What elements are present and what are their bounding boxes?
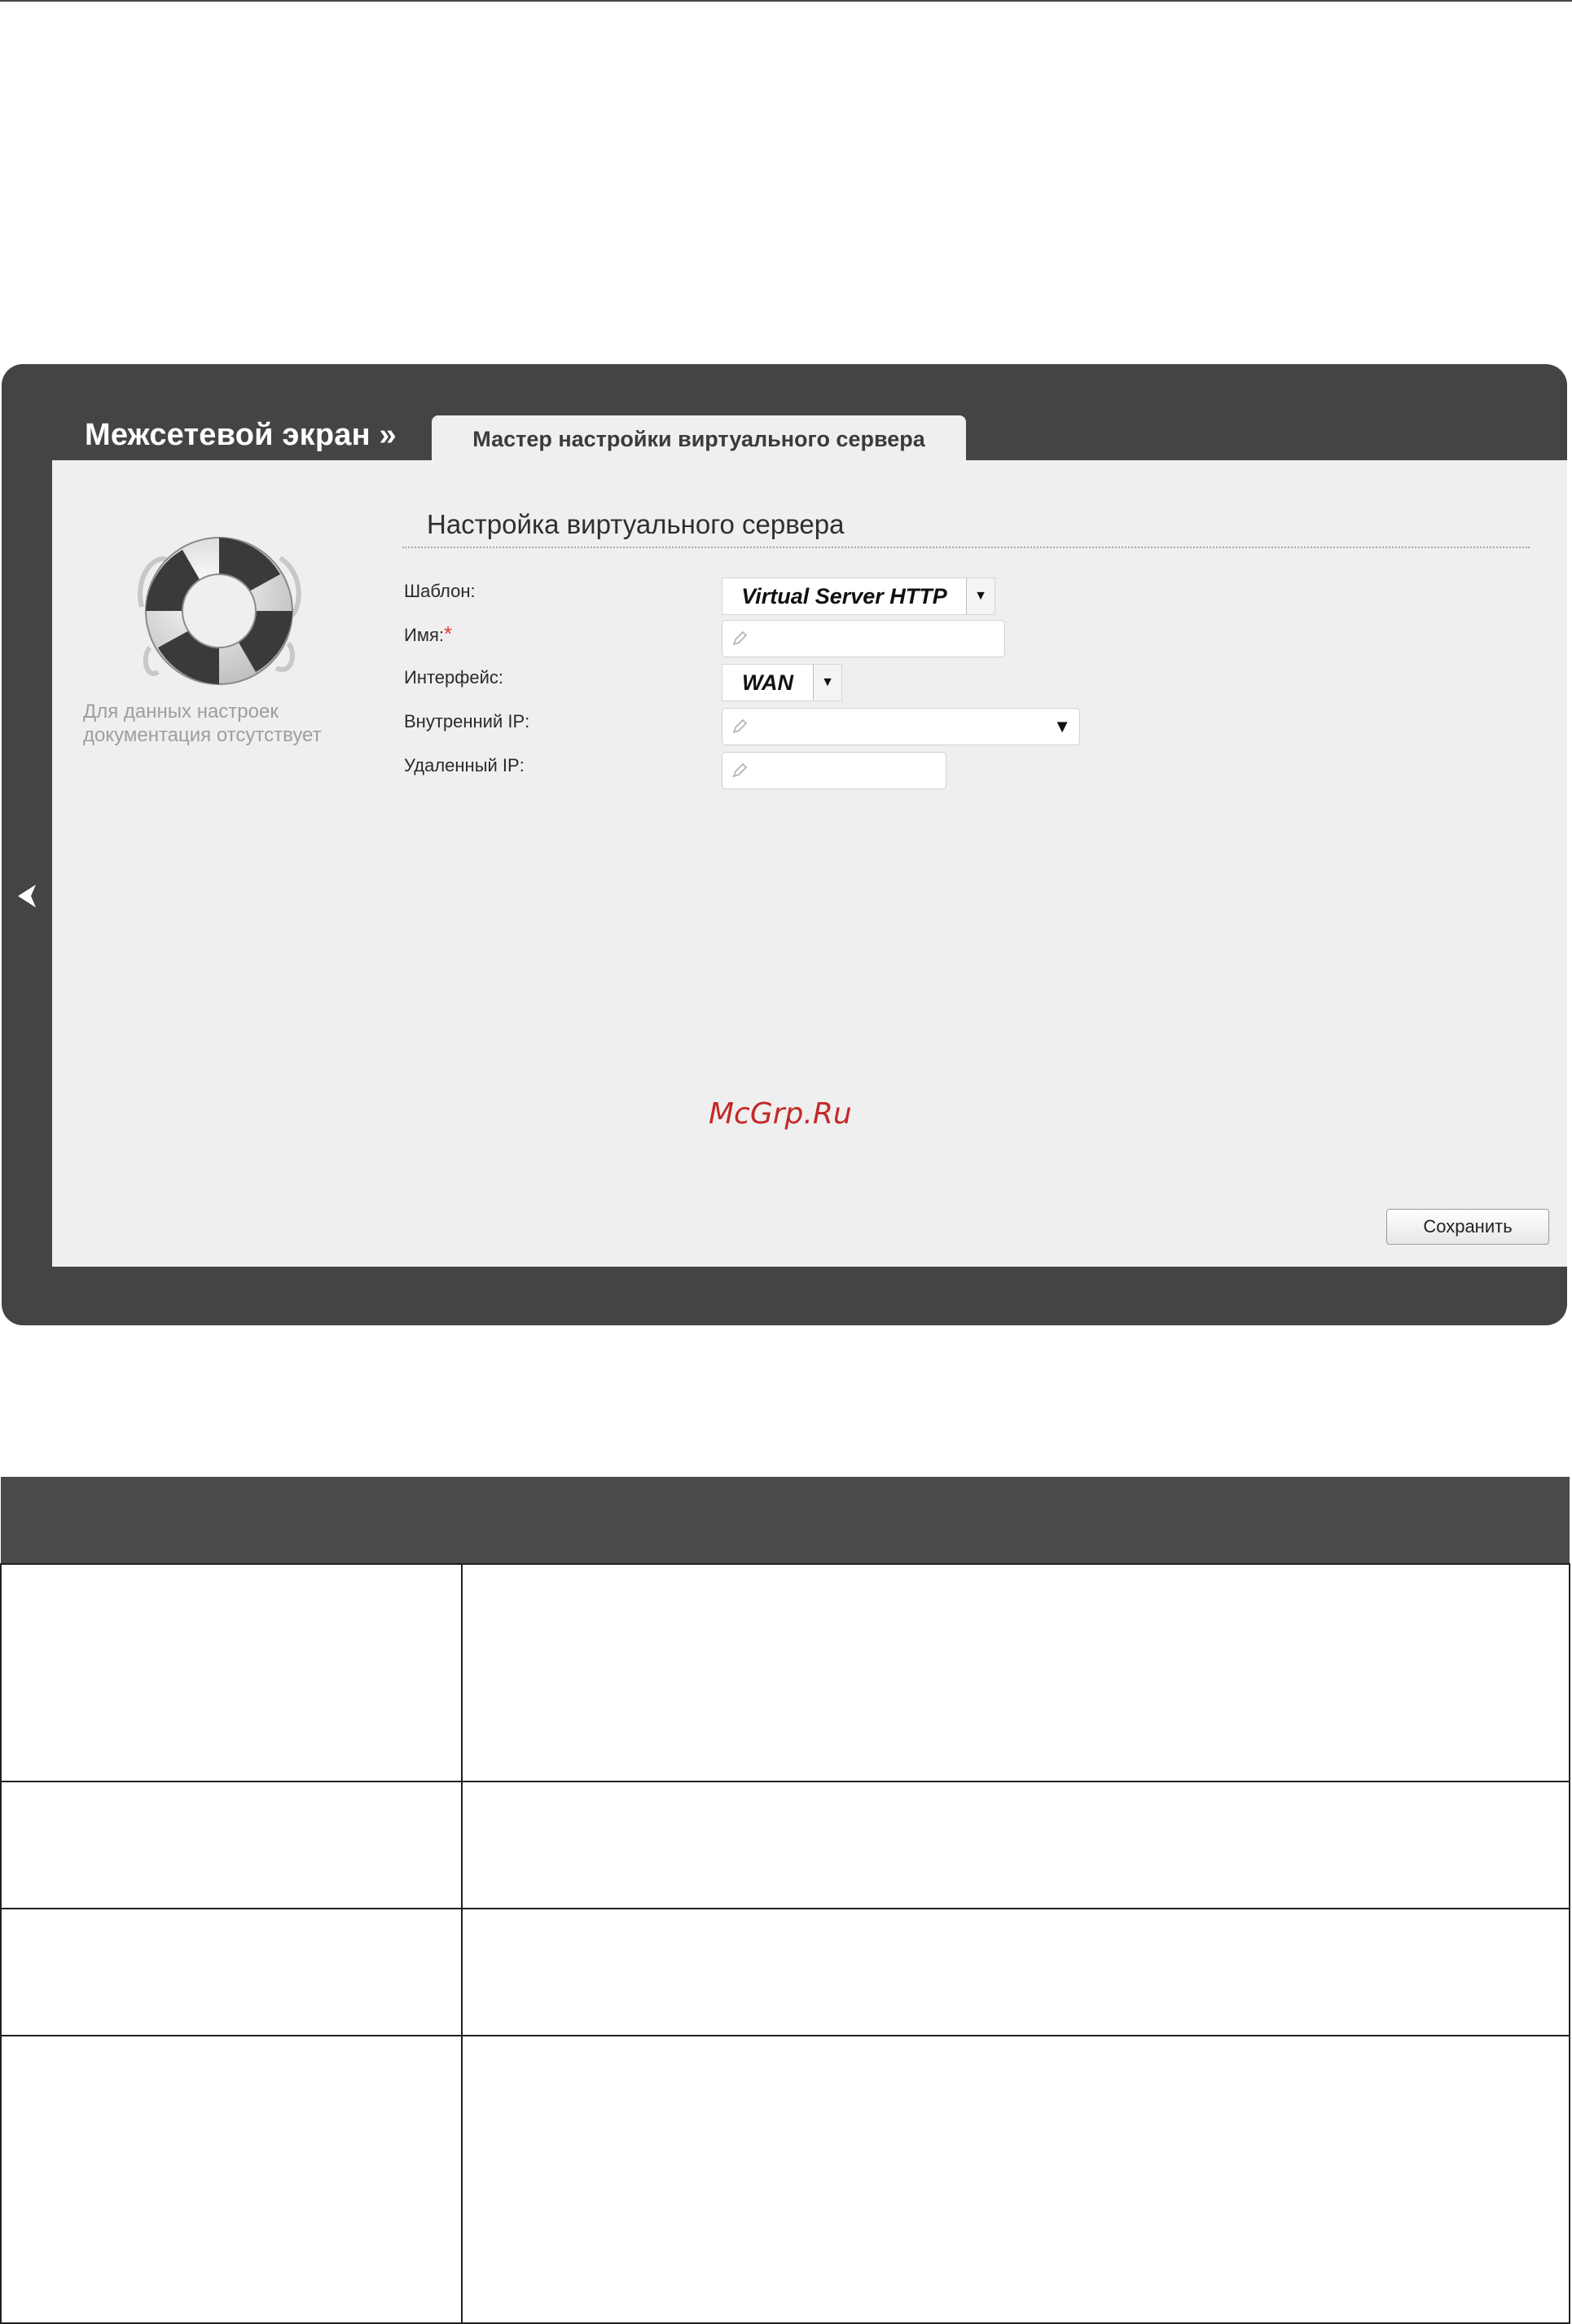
template-value: Virtual Server HTTP: [741, 583, 947, 608]
table-row: [0, 1563, 1570, 1782]
help-text: Для данных настроек документация отсутст…: [83, 701, 322, 746]
table-row: [0, 2035, 1570, 2324]
interface-label: Интерфейс:: [404, 667, 503, 688]
lifebuoy-icon: [138, 537, 301, 685]
internal-ip-combobox[interactable]: ▼: [722, 708, 1080, 745]
table-row: [0, 1780, 1570, 1909]
name-label-text: Имя:: [404, 625, 444, 645]
watermark: McGrp.Ru: [709, 1097, 852, 1131]
parameters-table: [0, 1477, 1570, 2324]
interface-value: WAN: [742, 670, 793, 695]
table-header-cell: [1, 1477, 462, 1564]
interface-select[interactable]: WAN ▼: [722, 664, 842, 701]
top-rule: [0, 0, 1572, 2]
pencil-icon: [732, 630, 748, 646]
router-ui-screenshot: Межсетевой экран » Мастер настройки вирт…: [2, 364, 1567, 1325]
page-title: Межсетевой экран »: [85, 418, 397, 452]
template-select[interactable]: Virtual Server HTTP ▼: [722, 578, 995, 615]
dropdown-arrow-icon[interactable]: ▼: [1053, 716, 1071, 737]
table-cell: [0, 1907, 463, 2037]
save-button[interactable]: Сохранить: [1386, 1209, 1549, 1245]
internal-ip-label: Внутренний IP:: [404, 711, 530, 731]
template-label: Шаблон:: [404, 581, 476, 601]
section-title: Настройка виртуального сервера: [427, 509, 845, 539]
pencil-icon: [732, 762, 748, 778]
name-input[interactable]: [722, 620, 1005, 657]
required-mark: *: [443, 622, 453, 646]
section-divider: [402, 547, 1530, 548]
table-cell: [0, 1780, 463, 1909]
dropdown-arrow-icon[interactable]: ▼: [966, 578, 995, 614]
tab-virtual-server-wizard[interactable]: Мастер настройки виртуального сервера: [432, 415, 966, 463]
table-header-row: [1, 1477, 1570, 1564]
table-cell: [0, 2035, 463, 2324]
chevron-left-icon[interactable]: [13, 881, 42, 911]
table-cell: [461, 2035, 1570, 2324]
table-cell: [461, 1907, 1570, 2037]
remote-ip-label: Удаленный IP:: [404, 755, 525, 775]
content-panel: Для данных настроек документация отсутст…: [52, 460, 1567, 1267]
table-cell: [0, 1563, 463, 1782]
table-cell: [461, 1780, 1570, 1909]
table-row: [0, 1907, 1570, 2037]
remote-ip-input[interactable]: [722, 752, 946, 789]
table-header-cell: [462, 1477, 1570, 1564]
pencil-icon: [732, 718, 748, 734]
dropdown-arrow-icon[interactable]: ▼: [813, 665, 841, 701]
name-label: Имя:*: [404, 622, 452, 647]
table-cell: [461, 1563, 1570, 1782]
